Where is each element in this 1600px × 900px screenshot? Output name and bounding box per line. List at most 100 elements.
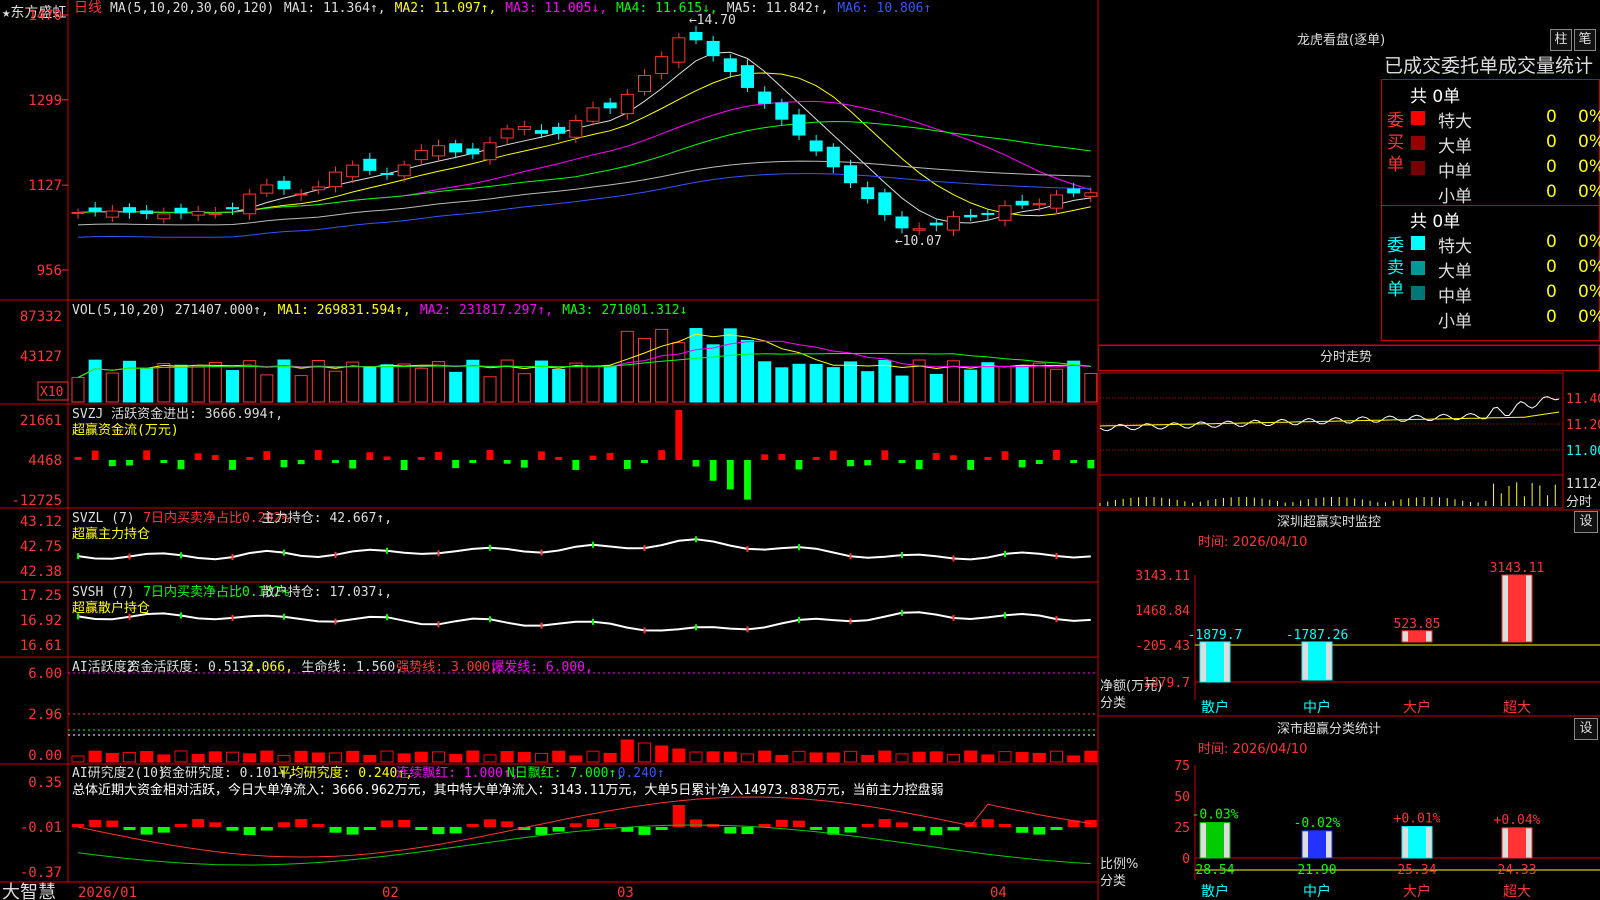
minute-vol-label: 分时 — [1566, 495, 1592, 510]
research-bar — [329, 827, 342, 833]
fund-flow-bar — [915, 460, 923, 470]
sell-orders-label: 委卖单 — [1387, 236, 1404, 300]
fund-flow-bar — [967, 460, 975, 470]
activity-bar — [826, 752, 840, 763]
sell-order-label: 特大 — [1438, 237, 1472, 257]
buy-order-pct: 0% — [1578, 107, 1600, 127]
ma-line-20 — [77, 100, 1091, 214]
svsh-tick-mark — [386, 614, 388, 621]
ai-active-header-4: 强势线: 3.000, — [396, 659, 498, 675]
buy-order-label: 小单 — [1438, 187, 1472, 207]
volume-bar — [517, 373, 531, 403]
minute-tick-label: 11.20 — [1566, 418, 1600, 433]
volume-bar — [895, 375, 909, 403]
minute-tick-label: 11.00 — [1566, 444, 1600, 459]
activity-bar — [620, 739, 634, 763]
fund-flow-bar — [229, 460, 236, 470]
research-bar — [552, 827, 565, 832]
monitor-value-label: 3143.11 — [1490, 561, 1545, 576]
activity-bar — [912, 751, 926, 763]
volume-bar — [328, 370, 343, 403]
research-bar — [243, 827, 256, 835]
x-axis-label: 02 — [382, 885, 399, 900]
activity-bar — [586, 750, 600, 763]
svsh-header-2: 散户持仓: 17.037↓, — [262, 584, 392, 600]
vol-unit-label: X10 — [40, 385, 63, 400]
candle-body — [71, 211, 85, 214]
buy-order-label: 中单 — [1438, 162, 1472, 182]
candle-body — [500, 128, 514, 139]
volume-bar — [603, 365, 617, 403]
research-bar — [209, 822, 222, 827]
classify-settings-button[interactable]: 设 — [1574, 718, 1598, 740]
candle-body — [380, 173, 394, 176]
fund-flow-bar — [280, 460, 288, 468]
price-tick-label: 956 — [37, 263, 62, 279]
svzl-tick-mark — [231, 554, 234, 561]
svzl-tick-mark — [746, 545, 749, 552]
svzl-tick-mark — [540, 549, 543, 556]
candle-body — [981, 212, 995, 215]
fund-flow-bar — [126, 460, 133, 466]
volume-bar — [397, 363, 411, 403]
fund-flow-bar — [778, 454, 786, 460]
sell-order-label: 大单 — [1438, 262, 1472, 282]
research-bar — [106, 820, 119, 827]
volume-bar — [71, 377, 85, 403]
sell-order-pct: 0% — [1578, 232, 1600, 252]
volume-bar — [723, 328, 737, 403]
minute-tick-label: 11.40 — [1566, 392, 1600, 407]
research-bar — [71, 824, 85, 827]
candle-body — [1067, 188, 1081, 194]
svzj-tick-label: -12725 — [11, 493, 62, 509]
fund-flow-bar — [572, 460, 580, 470]
fund-flow-bar — [349, 460, 357, 469]
monitor-settings-button[interactable]: 设 — [1574, 511, 1598, 533]
activity-bar — [174, 750, 188, 763]
research-bar — [501, 821, 514, 827]
research-bar — [861, 824, 874, 827]
volume-bar — [964, 369, 978, 403]
fund-flow-bar — [898, 460, 906, 463]
research-bar — [586, 819, 600, 827]
research-bar — [569, 823, 582, 827]
ai-research-tick-label: 0.35 — [28, 775, 62, 791]
volume-bar — [157, 363, 171, 403]
sell-order-count: 0 — [1546, 307, 1557, 327]
activity-bar — [380, 750, 394, 763]
candle-body — [311, 186, 325, 191]
classify-bar-core — [1308, 830, 1326, 858]
candle-body — [706, 40, 720, 57]
fund-flow-bar — [864, 460, 872, 466]
candle-body — [998, 205, 1012, 221]
candle-body — [122, 207, 137, 213]
kline-chart-area[interactable]: ★东方盛虹 日线 MA(5,10,20,30,60,120) MA1: 11.364↑… — [0, 0, 1600, 900]
candle-body — [346, 164, 360, 178]
activity-bar — [260, 750, 274, 763]
activity-bar — [1049, 750, 1064, 763]
svzl-header-0: SVZL (7) — [72, 511, 135, 526]
research-bar — [878, 819, 891, 827]
fund-flow-bar — [829, 450, 837, 460]
candle-body — [672, 37, 686, 63]
svzl-subtitle: 超赢主力持仓 — [72, 526, 150, 542]
svsh-tick-mark — [592, 618, 594, 625]
classify-delta-label: +0.01% — [1394, 812, 1441, 827]
pen-mode-button[interactable]: 笔 — [1574, 29, 1596, 51]
fund-flow-bar — [847, 460, 854, 467]
bar-mode-button[interactable]: 柱 — [1550, 29, 1572, 51]
research-bar — [432, 827, 445, 835]
buy-order-swatch — [1411, 161, 1425, 175]
x-axis-label: 2026/01 — [78, 885, 137, 900]
candle-body — [586, 107, 600, 122]
ai-active-header-3: 生命线: 1.560, — [301, 659, 403, 675]
ma-header-2: MA2: 11.097↑, — [395, 1, 497, 16]
activity-bar — [775, 754, 789, 763]
volume-bar — [981, 362, 995, 403]
ma-line-30 — [77, 120, 1091, 214]
fund-flow-bar — [1070, 460, 1078, 463]
svsh-tick-mark — [283, 613, 285, 620]
candle-body — [775, 102, 789, 120]
svzl-tick-mark — [1004, 550, 1006, 557]
fund-flow-bar — [555, 457, 563, 460]
